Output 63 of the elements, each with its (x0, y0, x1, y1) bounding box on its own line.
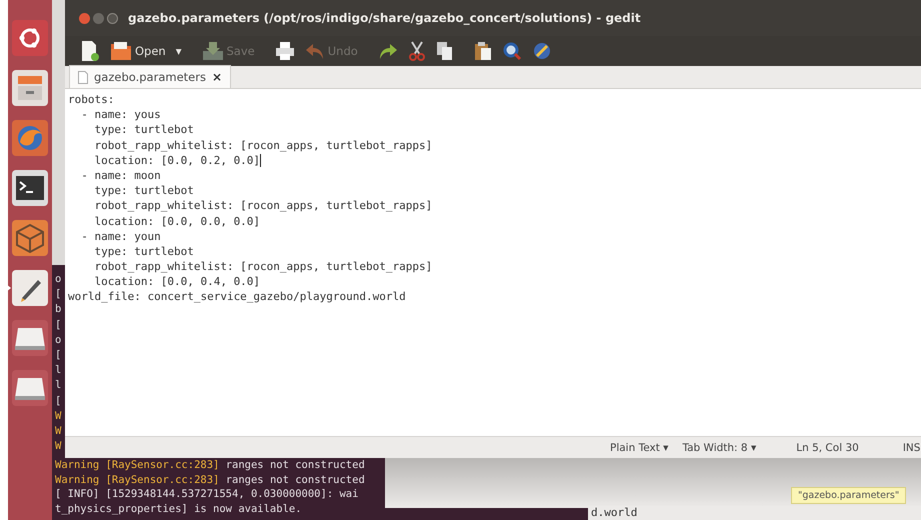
terminal-line: Warning [RaySensor.cc:283] ranges not constructed (55, 458, 365, 472)
ubuntu-logo-icon[interactable] (12, 20, 48, 56)
notification-bubble: "gazebo.parameters" (791, 487, 906, 504)
terminal-text: [ (55, 318, 62, 333)
insert-mode: INS (902, 442, 920, 454)
undo-arrow-icon (304, 42, 325, 60)
code-line: robot_rapp_whitelist: [rocon_apps, turtlebot_rapps] (93, 259, 432, 274)
new-document-icon (80, 40, 100, 62)
drive-icon[interactable] (12, 370, 48, 406)
copy-icon (436, 41, 454, 61)
code-line: robot_rapp_whitelist: [rocon_apps, turtlebot_rapps] (93, 138, 432, 153)
open-button[interactable]: Open (107, 40, 169, 62)
magnifier-icon (502, 41, 522, 61)
terminal-line: Warning [RaySensor.cc:283] ranges not constructed (55, 472, 365, 487)
terminal-text: W (55, 408, 62, 424)
code-line: type: turtlebot (93, 122, 194, 138)
terminal-text: [ (55, 287, 62, 302)
terminal-text: b (55, 302, 62, 318)
code-line: robot_rapp_whitelist: [rocon_apps, turtlebot_rapps] (93, 198, 432, 214)
code-line: - name: yous (80, 107, 161, 122)
pencil-circle-icon (532, 41, 552, 61)
terminal-line: [ INFO] [1529348144.537271554, 0.030000000]: wai (55, 487, 358, 502)
terminal-text: l (55, 378, 62, 394)
code-line: type: turtlebot (93, 244, 194, 260)
terminal-text: W (55, 424, 62, 439)
window-title: gazebo.parameters (/opt/ros/indigo/share/gazebo_concert/solutions) - gedit (128, 11, 641, 25)
clipboard-icon (474, 41, 492, 61)
terminal-icon[interactable] (12, 170, 48, 206)
document-tab[interactable]: gazebo.parameters × (69, 65, 232, 88)
redo-arrow-icon (378, 42, 398, 60)
terminal-text: W (55, 439, 62, 454)
terminal-line: t_physics_properties] is now available. (55, 502, 302, 516)
code-line: type: turtlebot (93, 183, 194, 198)
editor-text: d.world (588, 506, 921, 520)
code-line: location: [0.0, 0.4, 0.0] (93, 274, 260, 290)
drive-icon[interactable] (12, 320, 48, 356)
terminal-text: o (55, 332, 62, 348)
cursor-position: Ln 5, Col 30 (796, 442, 859, 454)
terminal-text: [ (55, 394, 62, 408)
download-tray-icon (202, 41, 224, 61)
code-line: world_file: concert_service_gazebo/playground.world (68, 289, 406, 305)
close-icon[interactable] (79, 12, 90, 24)
maximize-icon[interactable] (107, 12, 118, 24)
document-icon (78, 70, 88, 84)
code-line: location: [0.0, 0.2, 0.0] (93, 152, 260, 168)
pencil-note-icon[interactable] (12, 270, 48, 306)
printer-icon (274, 41, 295, 61)
dropdown-button[interactable]: ▾ (172, 43, 184, 59)
package-box-icon[interactable] (12, 220, 48, 256)
file-cabinet-icon[interactable] (12, 70, 48, 106)
terminal-text: l (55, 363, 62, 378)
terminal-text: [ (55, 348, 62, 363)
language-selector[interactable]: Plain Text ▾ (610, 442, 668, 454)
tab-width-selector[interactable]: Tab Width: 8 ▾ (682, 442, 756, 454)
code-line: location: [0.0, 0.0, 0.0] (93, 214, 260, 229)
code-line: robots: (68, 92, 114, 108)
folder-icon (110, 41, 132, 61)
code-line: - name: moon (80, 168, 161, 184)
terminal-text: o (55, 272, 62, 287)
code-line: - name: youn (80, 228, 161, 244)
tab-label: gazebo.parameters (94, 70, 206, 84)
close-icon[interactable]: × (212, 70, 222, 84)
scissors-icon (408, 41, 426, 61)
